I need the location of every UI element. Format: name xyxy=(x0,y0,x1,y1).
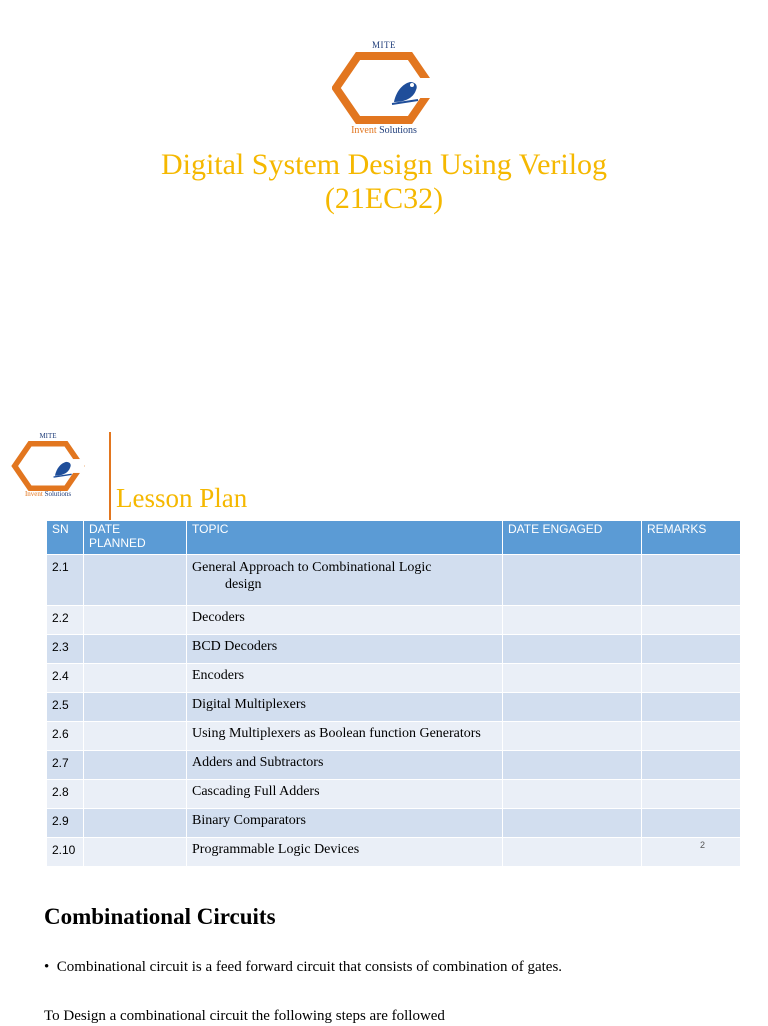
cell-date-engaged xyxy=(502,692,642,722)
cell-date-planned xyxy=(83,554,187,606)
mite-logo-small: MITE Invent Solutions xyxy=(8,432,88,502)
cell-date-engaged xyxy=(502,721,642,751)
cell-date-engaged xyxy=(502,808,642,838)
cell-sn: 2.4 xyxy=(46,663,84,693)
cell-date-engaged xyxy=(502,750,642,780)
cell-remarks xyxy=(641,663,741,693)
cell-remarks xyxy=(641,692,741,722)
cell-remarks xyxy=(641,779,741,809)
cell-date-engaged xyxy=(502,779,642,809)
cell-date-planned xyxy=(83,837,187,867)
header-date-engaged: DATE ENGAGED xyxy=(502,520,642,555)
cell-sn: 2.5 xyxy=(46,692,84,722)
bullet-item: • Combinational circuit is a feed forwar… xyxy=(44,957,562,977)
header-date-planned: DATE PLANNED xyxy=(83,520,187,555)
cell-topic: Binary Comparators xyxy=(186,808,503,838)
table-row: 2.10 Programmable Logic Devices xyxy=(46,837,741,867)
table-row: 2.2 Decoders xyxy=(46,605,741,635)
header-topic: TOPIC xyxy=(186,520,503,555)
cell-date-planned xyxy=(83,721,187,751)
cell-date-engaged xyxy=(502,634,642,664)
cell-date-planned xyxy=(83,750,187,780)
logo-top-text: MITE xyxy=(372,40,396,50)
cell-sn: 2.10 xyxy=(46,837,84,867)
bullet-text: Combinational circuit is a feed forward … xyxy=(56,959,563,975)
mite-logo: MITE Invent Solutions xyxy=(330,40,438,140)
cell-sn: 2.7 xyxy=(46,750,84,780)
cell-topic: General Approach to Combinational Logic d… xyxy=(186,554,503,606)
cell-topic: Using Multiplexers as Boolean function G… xyxy=(186,721,503,751)
cell-date-planned xyxy=(83,692,187,722)
cell-topic: Digital Multiplexers xyxy=(186,692,503,722)
logo-bottom-text: Solutions xyxy=(376,125,417,136)
bullet-symbol: • xyxy=(44,959,50,975)
cell-topic: Encoders xyxy=(186,663,503,693)
cell-remarks xyxy=(641,554,741,606)
cell-topic: Decoders xyxy=(186,605,503,635)
lesson-plan-title: Lesson Plan xyxy=(116,483,248,513)
header-remarks: REMARKS xyxy=(641,520,741,555)
table-row: 2.9 Binary Comparators xyxy=(46,808,741,838)
cell-remarks xyxy=(641,808,741,838)
table-row: 2.6 Using Multiplexers as Boolean functi… xyxy=(46,721,741,751)
cell-sn: 2.8 xyxy=(46,779,84,809)
lesson-plan-table: SN DATE PLANNED TOPIC DATE ENGAGED REMARK… xyxy=(46,520,741,867)
body-paragraph: To Design a combinational circuit the fo… xyxy=(44,1008,445,1024)
hexagon-bird-icon xyxy=(332,52,436,124)
cell-remarks xyxy=(641,634,741,664)
table-row: 2.5 Digital Multiplexers xyxy=(46,692,741,722)
table-header-row: SN DATE PLANNED TOPIC DATE ENGAGED REMARK… xyxy=(46,520,741,555)
cell-remarks xyxy=(641,605,741,635)
section-heading: Combinational Circuits xyxy=(44,904,276,929)
course-code: (21EC32) xyxy=(324,182,444,215)
cell-date-engaged xyxy=(502,605,642,635)
logo-bottom-text: Solutions xyxy=(42,490,72,498)
cell-sn: 2.2 xyxy=(46,605,84,635)
cell-sn: 2.1 xyxy=(46,554,84,606)
cell-sn: 2.3 xyxy=(46,634,84,664)
logo-accent-text: Invent xyxy=(24,490,43,498)
header-sn: SN xyxy=(46,520,84,555)
cell-date-planned xyxy=(83,779,187,809)
table-row: 2.3 BCD Decoders xyxy=(46,634,741,664)
hexagon-bird-icon xyxy=(11,441,85,491)
cell-topic: BCD Decoders xyxy=(186,634,503,664)
cell-sn: 2.9 xyxy=(46,808,84,838)
cell-sn: 2.6 xyxy=(46,721,84,751)
logo-accent-text: Invent xyxy=(351,125,377,136)
table-row: 2.4 Encoders xyxy=(46,663,741,693)
cell-date-planned xyxy=(83,605,187,635)
cell-date-engaged xyxy=(502,663,642,693)
table-row: 2.8 Cascading Full Adders xyxy=(46,779,741,809)
table-row: 2.1 General Approach to Combinational Lo… xyxy=(46,554,741,606)
cell-topic: Cascading Full Adders xyxy=(186,779,503,809)
cell-date-engaged xyxy=(502,837,642,867)
cell-date-engaged xyxy=(502,554,642,606)
cell-topic: Adders and Subtractors xyxy=(186,750,503,780)
cell-date-planned xyxy=(83,663,187,693)
table-row: 2.7 Adders and Subtractors xyxy=(46,750,741,780)
divider-line xyxy=(109,432,111,520)
course-title-line1: Digital System Design Using Verilog xyxy=(160,148,608,181)
cell-date-planned xyxy=(83,634,187,664)
cell-date-planned xyxy=(83,808,187,838)
page-number: 2 xyxy=(700,840,706,850)
logo-top-text: MITE xyxy=(39,432,57,440)
cell-remarks xyxy=(641,750,741,780)
cell-topic: Programmable Logic Devices xyxy=(186,837,503,867)
cell-remarks xyxy=(641,837,741,867)
cell-remarks xyxy=(641,721,741,751)
course-title: Digital System Design Using Verilog (21E… xyxy=(0,148,768,216)
